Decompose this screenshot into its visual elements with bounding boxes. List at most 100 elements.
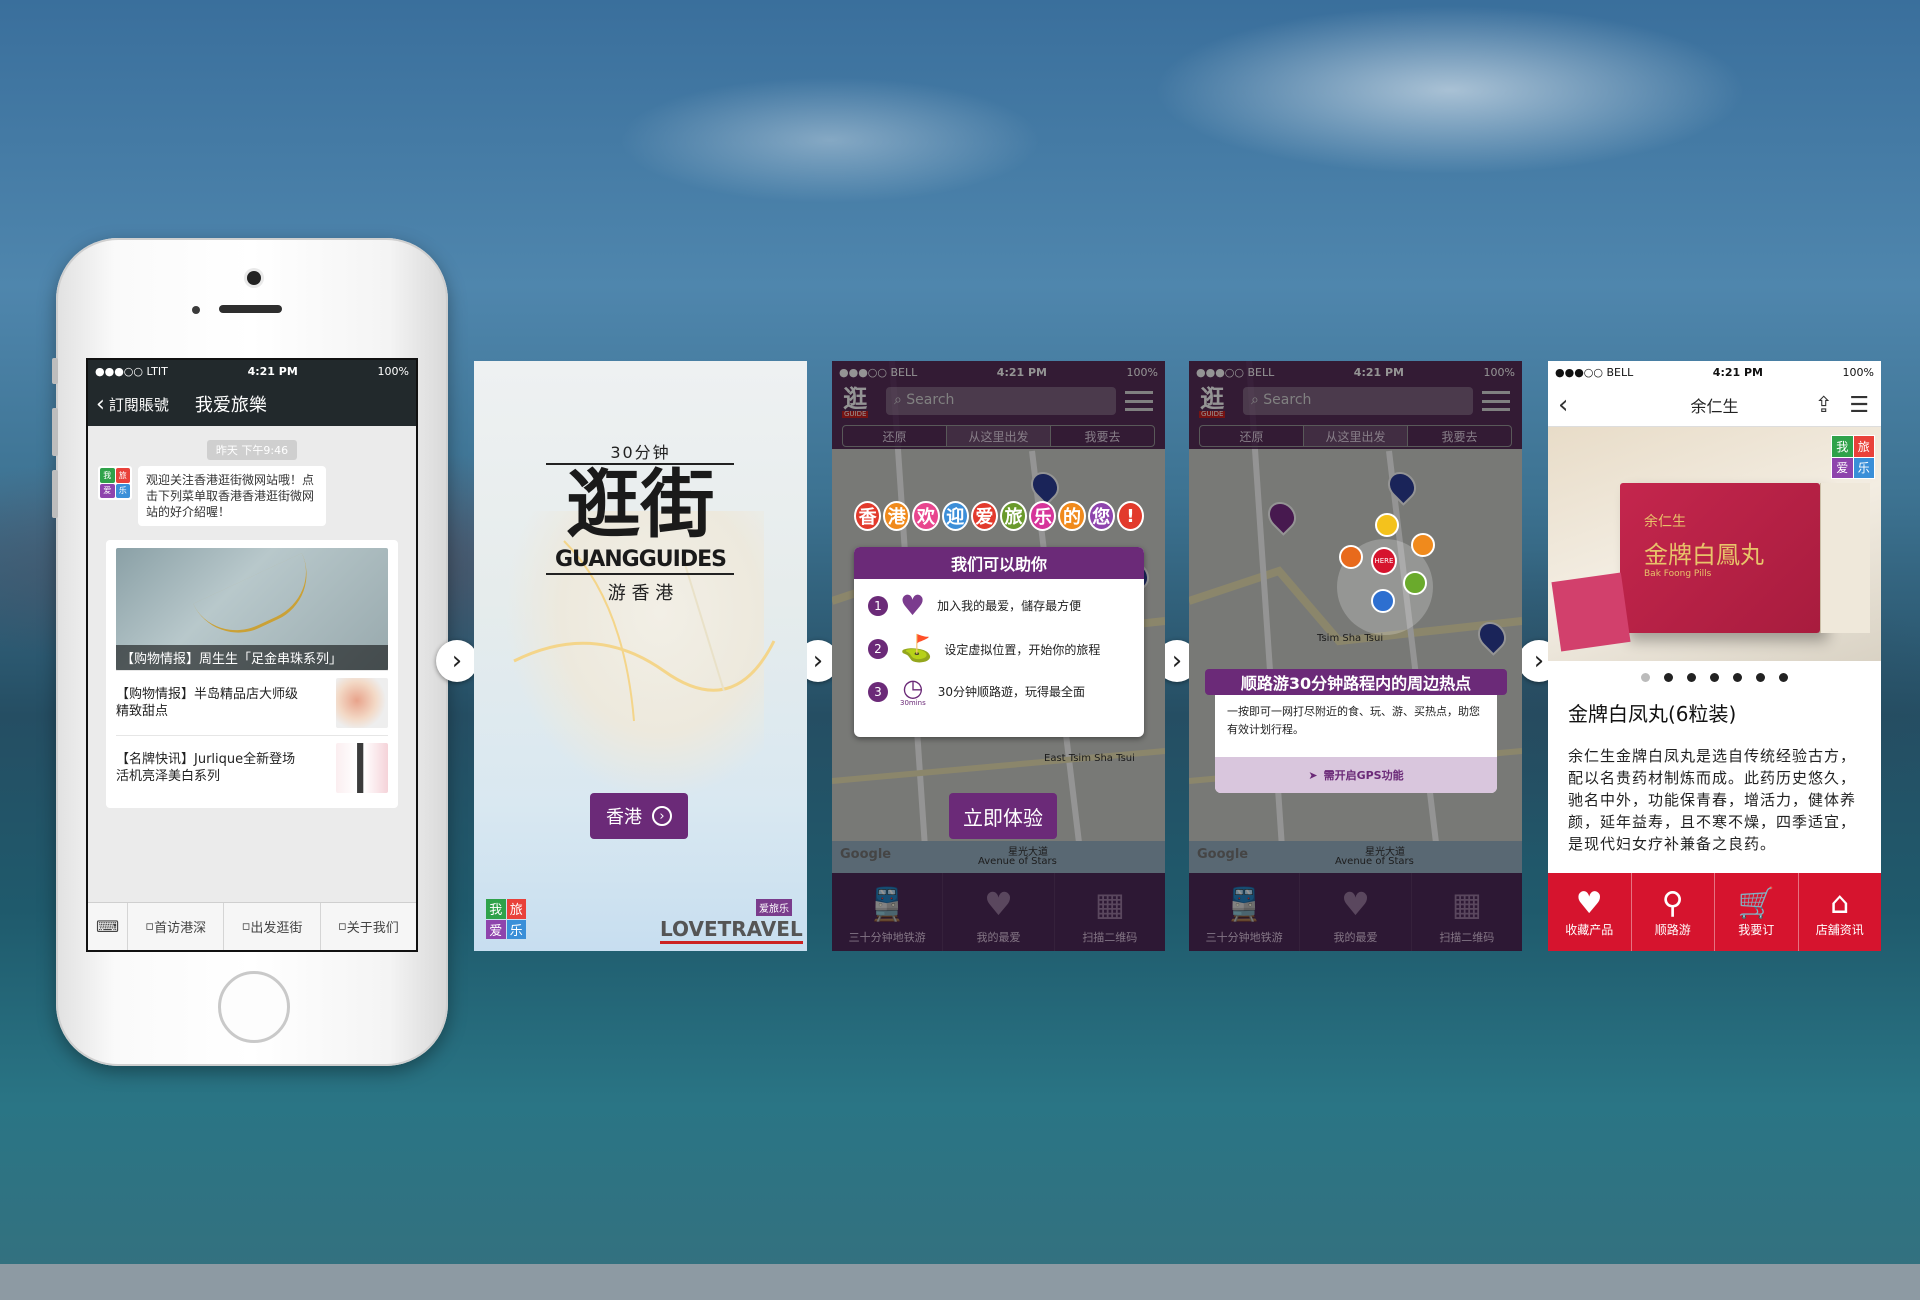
app-tagline: 游 香 港 xyxy=(607,583,674,604)
menu-label: 出发逛街 xyxy=(250,921,303,936)
welcome-char: 爱 xyxy=(970,501,999,531)
mute-switch xyxy=(52,358,58,384)
box-text: 金牌白鳳丸 xyxy=(1644,541,1764,569)
welcome-screen: ●●●○○ BELL 4:21 PM 100% 逛 GUIDE ⌕ Search… xyxy=(832,361,1165,951)
lovetravel-badge: 我 旅 爱 乐 xyxy=(1831,435,1875,479)
logo-char: 乐 xyxy=(115,483,130,498)
clock-icon-label: 30mins xyxy=(900,699,926,707)
welcome-char: 迎 xyxy=(941,501,969,531)
article-item[interactable]: 【名牌快讯】Jurlique全新登场活机亮泽美白系列 xyxy=(116,735,388,800)
back-label[interactable]: 訂閱賬號 xyxy=(109,394,169,415)
app-logo: 逛街 xyxy=(566,462,715,548)
avatar[interactable]: 我 旅 爱 乐 xyxy=(98,466,132,500)
menu-item[interactable]: ▫ 首访港深 xyxy=(128,903,225,950)
enable-gps-button[interactable]: ➤ 需开启GPS功能 xyxy=(1215,757,1497,793)
route-tour-button[interactable]: ⚲ 顺路游 xyxy=(1632,873,1715,951)
current-location-pin-icon[interactable]: HERE xyxy=(1371,547,1397,575)
menu-item[interactable]: ▫ 出发逛街 xyxy=(224,903,321,950)
app-brand: GUANGGUIDES xyxy=(555,547,727,572)
logo-char: 爱 xyxy=(100,483,115,498)
city-button[interactable]: 香港 › xyxy=(590,793,688,839)
welcome-char: 旅 xyxy=(1000,501,1028,531)
product-sachet xyxy=(1551,572,1631,652)
cosmetics-thumbnail xyxy=(336,743,388,793)
cover-caption: 【购物情报】周生生「足金串珠系列」 xyxy=(116,645,388,670)
logo-char: 旅 xyxy=(506,899,526,919)
battery-level: 100% xyxy=(377,364,409,378)
walking-route-icon: ⛳ xyxy=(900,634,933,664)
action-label: 我要订 xyxy=(1738,923,1775,937)
carousel-dot[interactable] xyxy=(1756,673,1765,682)
carousel-dot[interactable] xyxy=(1779,673,1788,682)
article-item[interactable]: 【购物情报】半岛精品店大师级精致甜点 xyxy=(116,670,388,735)
feature-row: 1 ♥ 加入我的最爱，儲存最方便 xyxy=(854,579,1144,626)
message-bubble[interactable]: 观迎关注香港逛街微网站哦！点击下列菜单取香港香港逛街微网站的好介紹喔！ xyxy=(138,466,326,526)
back-chevron-icon[interactable]: ‹ xyxy=(96,392,105,417)
logo-char: 乐 xyxy=(1853,457,1874,478)
here-label: HERE xyxy=(1374,557,1394,565)
carousel-dot[interactable] xyxy=(1710,673,1719,682)
try-now-button[interactable]: 立即体验 xyxy=(949,793,1057,839)
carousel-dot[interactable] xyxy=(1733,673,1742,682)
battery-level: 100% xyxy=(1842,365,1874,379)
carousel-dots xyxy=(1548,673,1881,682)
nearby-hotspots-cluster: HERE xyxy=(1337,513,1435,635)
step-number: 1 xyxy=(868,595,888,616)
clock: 4:21 PM xyxy=(247,364,298,378)
nearby-banner: 顺路游30分钟路程内的周边热点 xyxy=(1205,669,1507,695)
product-box-side xyxy=(1820,483,1870,633)
article-title: 【名牌快讯】Jurlique全新登场活机亮泽美白系列 xyxy=(116,752,296,784)
welcome-char: 乐 xyxy=(1029,501,1057,531)
nearby-screen: ●●●○○ BELL 4:21 PM 100% 逛 GUIDE ⌕ Search… xyxy=(1189,361,1522,951)
welcome-char: 欢 xyxy=(912,501,940,531)
cart-icon: 🛒 xyxy=(1737,886,1775,921)
welcome-banner: 香 港 欢 迎 爱 旅 乐 的 您 ! xyxy=(854,501,1145,531)
hotel-pin-icon[interactable] xyxy=(1371,589,1395,613)
help-panel: 我们可以助你 1 ♥ 加入我的最爱，儲存最方便 2 ⛳ 设定虚拟位置，开始你的旅… xyxy=(854,547,1144,737)
sensor xyxy=(192,306,200,314)
share-icon[interactable]: ⇪ xyxy=(1815,393,1833,418)
volume-down-button xyxy=(52,470,58,518)
carousel-dot[interactable] xyxy=(1641,673,1650,682)
article-cover[interactable]: 【购物情报】周生生「足金串珠系列」 xyxy=(116,548,388,670)
order-button[interactable]: 🛒 我要订 xyxy=(1715,873,1799,951)
wechat-screen: ●●●○○ LTIT 4:21 PM 100% ‹ 訂閱賬號 我爱旅樂 昨天 下… xyxy=(86,358,418,952)
restaurant-pin-icon[interactable] xyxy=(1375,513,1399,537)
shopping-pin-icon[interactable] xyxy=(1411,533,1435,557)
detail-header: ●●●○○ BELL 4:21 PM 100% ‹ 余仁生 ⇪ ☰ xyxy=(1548,361,1881,427)
city-label: 香港 xyxy=(606,807,642,828)
product-description: 余仁生金牌白凤丸是选自传统经验古方，配以名贵药材制炼而成。此药历史悠久，驰名中外… xyxy=(1568,747,1857,853)
wechat-header: ●●●○○ LTIT 4:21 PM 100% ‹ 訂閱賬號 我爱旅樂 xyxy=(88,360,416,426)
keyboard-icon[interactable]: ⌨ xyxy=(88,903,128,950)
menu-item[interactable]: ▫ 关于我们 xyxy=(321,903,416,950)
location-arrow-icon: ➤ xyxy=(1308,768,1318,782)
favorite-product-button[interactable]: ♥ 收藏产品 xyxy=(1548,873,1632,951)
product-name: 金牌白凤丸(6粒装) xyxy=(1568,702,1737,726)
logo-char: 我 xyxy=(1832,436,1853,457)
hamburger-menu-icon[interactable]: ☰ xyxy=(1849,393,1869,418)
store-info-button[interactable]: ⌂ 店舖资讯 xyxy=(1799,873,1882,951)
action-label: 收藏产品 xyxy=(1565,923,1614,937)
heart-plus-icon: ♥ xyxy=(900,589,926,622)
welcome-char: 的 xyxy=(1058,501,1086,531)
entertainment-pin-icon[interactable] xyxy=(1403,571,1427,595)
next-arrow-icon: › xyxy=(436,640,478,682)
carousel-dot[interactable] xyxy=(1664,673,1673,682)
attraction-pin-icon[interactable] xyxy=(1339,545,1363,569)
back-chevron-icon[interactable]: ‹ xyxy=(1558,390,1568,420)
action-bar: ♥ 收藏产品 ⚲ 顺路游 🛒 我要订 ⌂ 店舖资讯 xyxy=(1548,873,1881,951)
gps-label: 需开启GPS功能 xyxy=(1323,769,1404,782)
product-image[interactable]: 余仁生 金牌白鳳丸 Bak Foong Pills 我 旅 爱 乐 xyxy=(1548,427,1881,661)
store-icon: ⌂ xyxy=(1830,886,1850,921)
action-label: 顺路游 xyxy=(1654,923,1691,937)
heart-plus-icon: ♥ xyxy=(1575,886,1603,921)
logo-char: 旅 xyxy=(115,468,130,483)
product-box: 余仁生 金牌白鳳丸 Bak Foong Pills xyxy=(1620,483,1820,633)
box-en: Bak Foong Pills xyxy=(1644,569,1712,579)
carousel-dot[interactable] xyxy=(1687,673,1696,682)
logo-char: 我 xyxy=(486,899,506,919)
splash-screen: 30分钟 逛街 GUANGGUIDES 游 香 港 香港 › 我 旅 爱 乐 L… xyxy=(474,361,807,951)
help-panel-title: 我们可以助你 xyxy=(854,547,1144,579)
home-button[interactable] xyxy=(218,971,290,1043)
step-number: 2 xyxy=(868,639,888,659)
